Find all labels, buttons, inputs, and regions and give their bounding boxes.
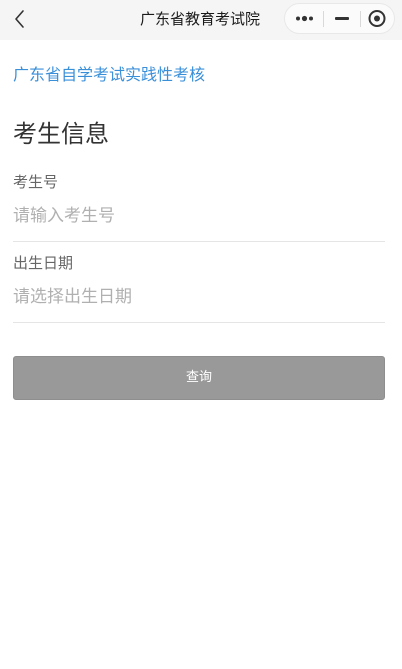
section-heading: 考生信息 bbox=[13, 120, 109, 148]
birth-date-label: 出生日期 bbox=[13, 254, 74, 272]
query-button[interactable]: 查询 bbox=[13, 356, 385, 400]
navbar-title: 广东省教育考试院 bbox=[139, 10, 260, 28]
back-button[interactable] bbox=[10, 8, 32, 30]
exam-number-label: 考生号 bbox=[13, 173, 59, 191]
chevron-left-icon bbox=[15, 10, 24, 28]
exam-number-input[interactable] bbox=[13, 201, 385, 231]
target-close-icon bbox=[368, 10, 386, 27]
navigation-bar: 广东省教育考试院 bbox=[0, 0, 402, 40]
field-divider bbox=[13, 322, 385, 323]
close-miniprogram-button[interactable] bbox=[361, 4, 394, 33]
birth-date-picker[interactable] bbox=[13, 282, 385, 312]
capsule-menu bbox=[284, 3, 395, 34]
minimize-button[interactable] bbox=[324, 4, 360, 33]
org-link[interactable]: 广东省自学考试实践性考核 bbox=[13, 64, 205, 86]
more-dots-icon bbox=[296, 15, 313, 22]
minimize-icon bbox=[335, 17, 349, 20]
more-button[interactable] bbox=[285, 4, 323, 33]
field-divider bbox=[13, 241, 385, 242]
